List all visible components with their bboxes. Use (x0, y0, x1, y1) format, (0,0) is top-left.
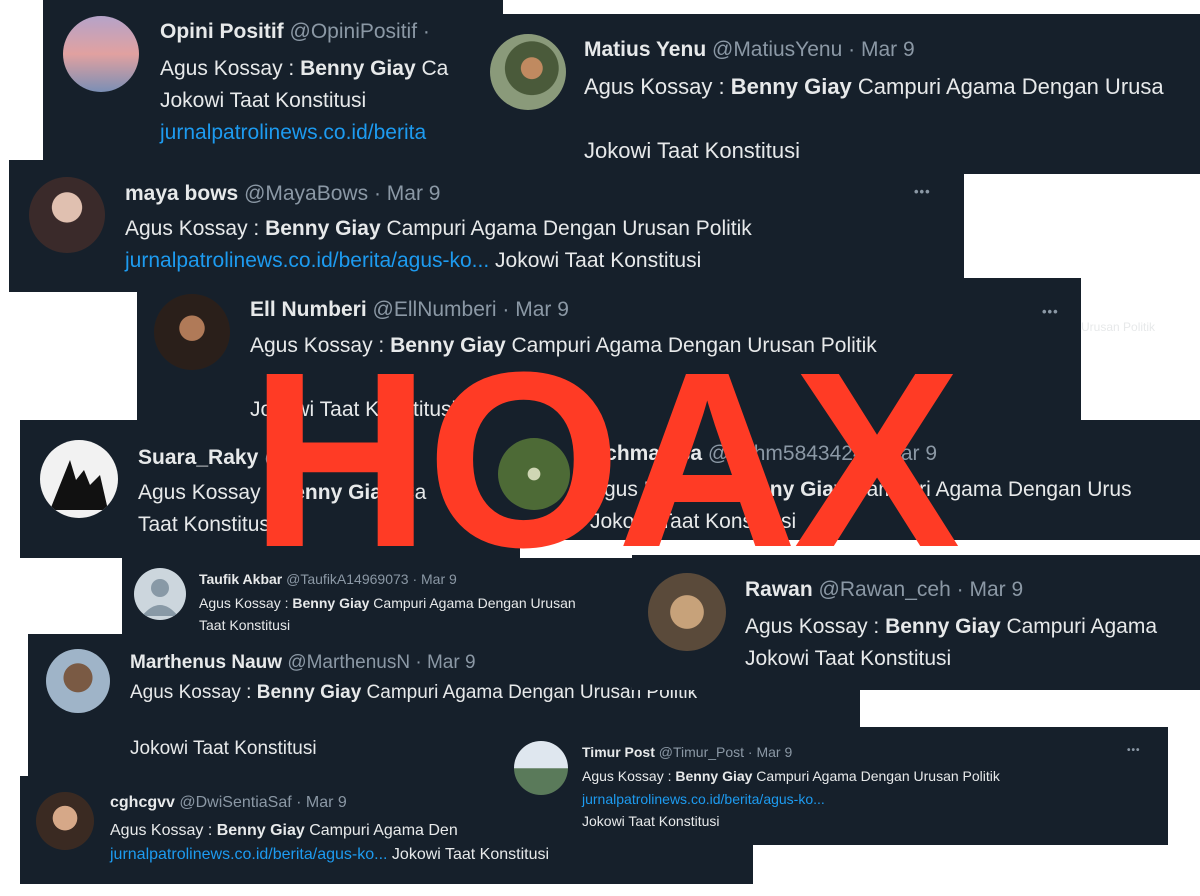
text-rest: Campuri Agama Dengan Urusan Politik (752, 768, 1000, 784)
tweet-card-timur[interactable]: Timur Post @Timur_Post · Mar 9 ••• Agus … (502, 727, 1168, 845)
text-prefix: Agus Kossay : (125, 217, 266, 240)
text-rest: Jokowi Taat Konstitusi (489, 249, 702, 272)
tweet-text-line2: Jokowi Taat Konstitusi (745, 647, 952, 670)
side-note: Urusan Politik (1081, 320, 1156, 334)
text-rest: Campuri Agama Dengan Urusa (851, 74, 1164, 99)
tweet-card-matius[interactable]: Matius Yenu @MatiusYenu · Mar 9 Agus Kos… (470, 14, 1200, 174)
text-bold: Benny Giay (730, 74, 852, 99)
separator: · (956, 578, 964, 601)
tweet-date[interactable]: Mar 9 (515, 298, 569, 321)
separator: · (848, 38, 856, 61)
silhouette-icon (50, 460, 108, 510)
tweet-header: Opini Positif @OpiniPositif · (160, 20, 430, 44)
text-bold: Benny Giay (675, 768, 753, 784)
more-options-icon[interactable]: ••• (1127, 745, 1141, 756)
text-bold: Benny Giay (300, 57, 416, 80)
author-name[interactable]: Suara_Raky (138, 446, 258, 469)
tweet-text: Agus Kossay : Benny Giay Campuri Agama (745, 615, 1157, 639)
separator: · (296, 794, 302, 811)
text-prefix: Agus Kossay : (584, 74, 731, 99)
tweet-text-line2: jurnalpatrolinews.co.id/berita/agus-ko..… (110, 846, 549, 864)
default-user-icon (142, 579, 178, 616)
tweet-text-line2: Taat Konstitusi (199, 617, 291, 633)
tweet-header: Marthenus Nauw @MarthenusN · Mar 9 (130, 652, 476, 674)
author-name[interactable]: Ell Numberi (250, 298, 367, 321)
avatar[interactable] (40, 440, 118, 518)
text-bold: Benny Giay (885, 615, 1001, 638)
author-handle[interactable]: @MatiusYenu (712, 38, 842, 61)
tweet-text: Agus Kossay : Benny Giay Campuri Agama D… (125, 217, 752, 241)
tweet-link[interactable]: jurnalpatrolinews.co.id/berita (160, 121, 426, 145)
tweet-text-line2: jurnalpatrolinews.co.id/berita/agus-ko..… (125, 249, 701, 273)
text-prefix: Agus Kossay : (582, 768, 676, 784)
separator: · (747, 744, 753, 760)
separator: · (422, 20, 430, 43)
text-bold: Benny Giay (216, 822, 305, 839)
tweet-header: Timur Post @Timur_Post · Mar 9 (582, 744, 792, 760)
tweet-date[interactable]: Mar 9 (861, 38, 915, 61)
tweet-text-line2: Jokowi Taat Konstitusi (130, 738, 317, 759)
text-prefix: Agus Kossay : (110, 822, 217, 839)
author-name[interactable]: Opini Positif (160, 20, 284, 43)
text-rest: Campuri Agama (1000, 615, 1158, 638)
author-handle[interactable]: @MarthenusN (287, 652, 410, 673)
author-handle[interactable]: @EllNumberi (373, 298, 497, 321)
text-prefix: Agus Kossay : (160, 57, 301, 80)
text-rest: Ca (415, 57, 449, 80)
tweet-link[interactable]: jurnalpatrolinews.co.id/berita/agus-ko..… (125, 249, 489, 272)
tweet-text: Agus Kossay : Benny Giay Campuri Agama D… (584, 74, 1164, 100)
text-rest: Jokowi Taat Konstitusi (387, 846, 550, 863)
tweet-date[interactable]: Mar 9 (387, 182, 441, 205)
text-prefix: Agus Kossay : (745, 615, 886, 638)
tweet-text: Agus Kossay : Benny Giay Campuri Agama D… (582, 768, 1000, 784)
tweet-date[interactable]: Mar 9 (427, 652, 476, 673)
author-handle[interactable]: @Timur_Post (659, 744, 744, 760)
more-options-icon[interactable]: ••• (1042, 304, 1059, 319)
avatar[interactable] (36, 792, 94, 850)
avatar[interactable] (490, 34, 566, 110)
tweet-date[interactable]: Mar 9 (969, 578, 1023, 601)
avatar[interactable] (154, 294, 230, 370)
avatar[interactable] (46, 649, 110, 713)
text-prefix: Agus Kossay : (130, 682, 257, 703)
separator: · (373, 182, 381, 205)
author-name[interactable]: Matius Yenu (584, 38, 706, 61)
tweet-header: Matius Yenu @MatiusYenu · Mar 9 (584, 38, 915, 62)
author-name[interactable]: cghcgvv (110, 794, 175, 811)
text-rest: Campuri Agama Dengan Urusan Politik (380, 217, 752, 240)
tweet-date[interactable]: Mar 9 (306, 794, 347, 811)
tweet-link[interactable]: jurnalpatrolinews.co.id/berita/agus-ko..… (110, 846, 387, 863)
avatar[interactable] (134, 568, 186, 620)
avatar[interactable] (63, 16, 139, 92)
tweet-text: Agus Kossay : Benny Giay Ca (160, 57, 448, 81)
author-name[interactable]: Marthenus Nauw (130, 652, 282, 673)
text-bold: Benny Giay (256, 682, 362, 703)
tweet-text: Agus Kossay : Benny Giay Campuri Agama D… (130, 682, 697, 704)
author-handle[interactable]: @OpiniPositif (290, 20, 418, 43)
text-bold: Benny Giay (265, 217, 381, 240)
tweet-header: Ell Numberi @EllNumberi · Mar 9 (250, 298, 569, 322)
tweet-link[interactable]: jurnalpatrolinews.co.id/berita/agus-ko..… (582, 791, 825, 807)
author-handle[interactable]: @DwiSentiaSaf (179, 794, 291, 811)
avatar[interactable] (29, 177, 105, 253)
tweet-header: maya bows @MayaBows · Mar 9 (125, 182, 440, 206)
avatar[interactable] (514, 741, 568, 795)
tweet-card-maya[interactable]: maya bows @MayaBows · Mar 9 ••• Agus Kos… (9, 160, 964, 292)
author-name[interactable]: maya bows (125, 182, 238, 205)
separator: · (502, 298, 510, 321)
tweet-text-line2: Jokowi Taat Konstitusi (160, 89, 367, 112)
tweet-header: cghcgvv @DwiSentiaSaf · Mar 9 (110, 794, 347, 812)
separator: · (415, 652, 422, 673)
tweet-date[interactable]: Mar 9 (756, 744, 792, 760)
hoax-stamp: HOAX (250, 320, 960, 599)
author-name[interactable]: Timur Post (582, 744, 655, 760)
tweet-text: Agus Kossay : Benny Giay Campuri Agama D… (110, 822, 458, 840)
author-handle[interactable]: @MayaBows (244, 182, 368, 205)
text-rest: Campuri Agama Den (304, 822, 458, 839)
more-options-icon[interactable]: ••• (914, 184, 931, 199)
tweet-card-opini[interactable]: Opini Positif @OpiniPositif · Agus Kossa… (43, 0, 503, 160)
tweet-text-line2: Jokowi Taat Konstitusi (582, 813, 720, 829)
